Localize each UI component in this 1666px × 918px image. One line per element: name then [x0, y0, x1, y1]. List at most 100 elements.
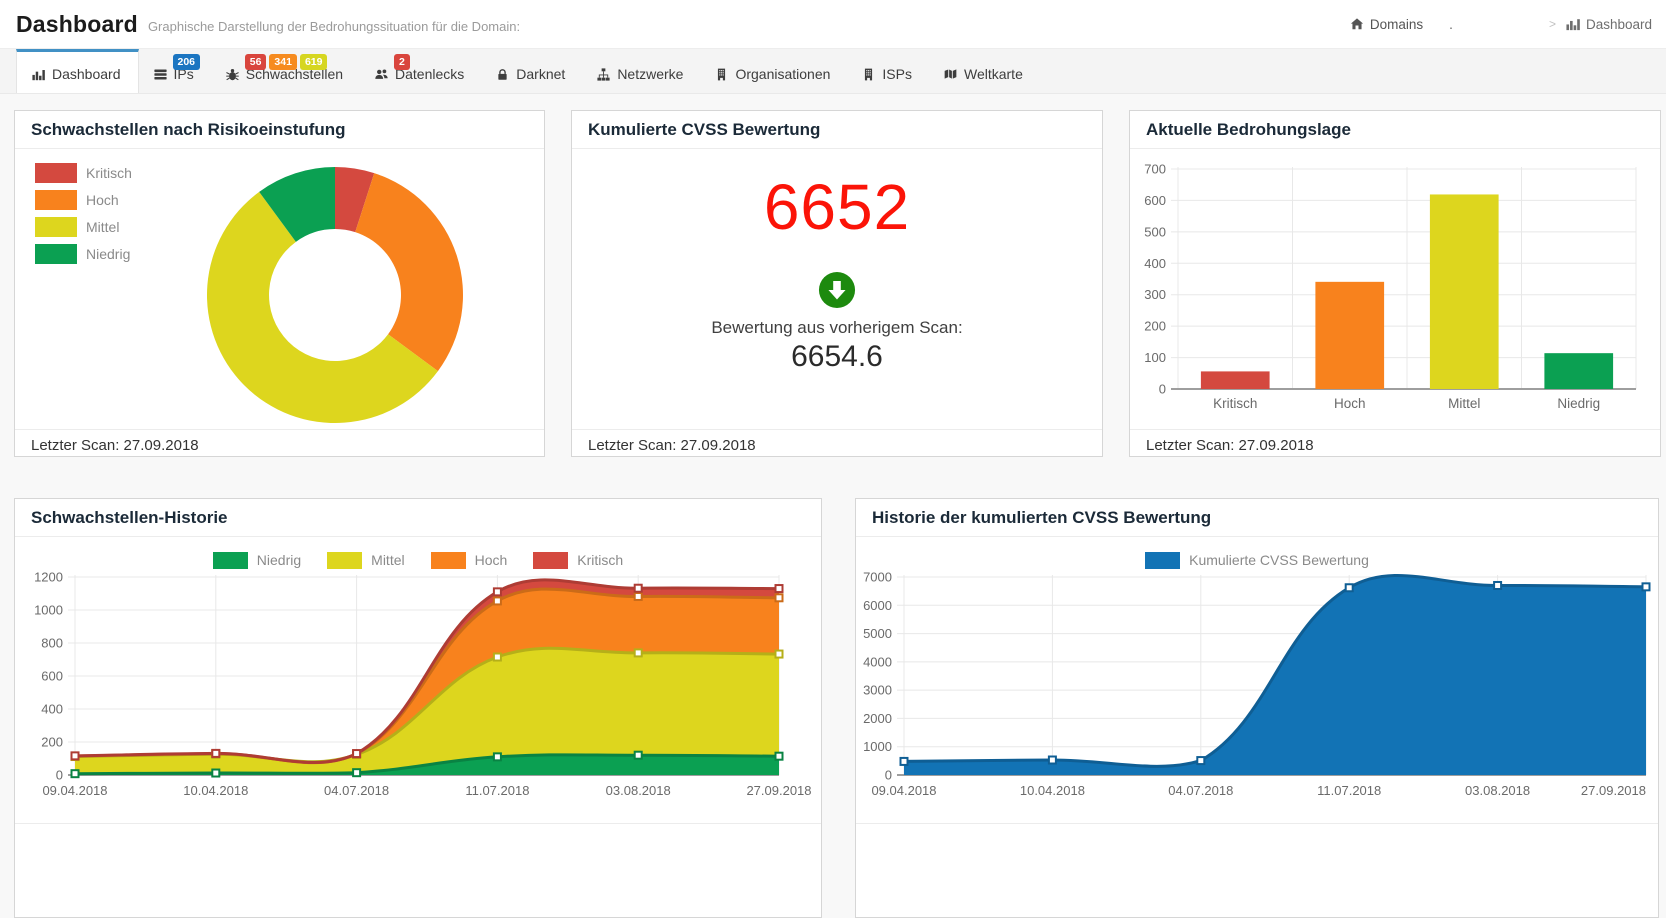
tab-schwachstellen[interactable]: 56 341 619 Schwachstellen: [211, 49, 360, 93]
breadcrumb-domains-link[interactable]: Domains: [1350, 17, 1423, 32]
card-vuln-history-header: Schwachstellen-Historie: [15, 499, 821, 537]
card-title: Historie der kumulierten CVSS Bewertung: [872, 508, 1212, 527]
legend-swatch: [35, 190, 77, 210]
legend-item-kritisch: Kritisch: [533, 551, 623, 569]
svg-text:Mittel: Mittel: [1448, 396, 1480, 411]
svg-text:1000: 1000: [863, 739, 892, 754]
bar-hoch: [1315, 281, 1385, 389]
svg-text:600: 600: [41, 669, 63, 684]
legend-label: Hoch: [86, 192, 119, 208]
card-cvss-score: Kumulierte CVSS Bewertung 6652 Bewertung…: [571, 110, 1103, 457]
svg-text:03.08.2018: 03.08.2018: [606, 783, 671, 798]
tab-badges: 206: [172, 54, 201, 71]
svg-text:10.04.2018: 10.04.2018: [183, 783, 248, 798]
svg-text:300: 300: [1144, 287, 1166, 302]
svg-text:500: 500: [1144, 224, 1166, 239]
tab-netzwerke[interactable]: Netzwerke: [582, 49, 700, 93]
svg-text:04.07.2018: 04.07.2018: [1168, 783, 1233, 798]
legend-swatch: [35, 217, 77, 237]
svg-text:0: 0: [56, 768, 63, 783]
building-icon: [715, 68, 728, 81]
bar-mittel: [1429, 194, 1499, 389]
svg-text:Hoch: Hoch: [1334, 396, 1366, 411]
legend-item-hoch: Hoch: [35, 190, 132, 210]
legend-swatch: [327, 551, 363, 569]
card-vuln-history: Schwachstellen-Historie Niedrig Mittel Hoc…: [14, 498, 822, 918]
area-chart-svg: 0 200 400 600 800 1000 1200 09.04.2018 10.04.201…: [34, 571, 811, 798]
card-title: Kumulierte CVSS Bewertung: [588, 120, 821, 139]
legend-label: Kumulierte CVSS Bewertung: [1189, 552, 1369, 568]
legend-item-mittel: Mittel: [35, 217, 132, 237]
breadcrumb-separator-icon: >: [1548, 17, 1556, 31]
tab-darknet[interactable]: Darknet: [481, 49, 582, 93]
map-icon: [944, 68, 957, 81]
svg-text:200: 200: [1144, 319, 1166, 334]
breadcrumb-current: Dashboard: [1566, 17, 1652, 32]
tab-label: Organisationen: [735, 66, 831, 82]
donut-legend: Kritisch Hoch Mittel Niedrig: [35, 163, 132, 264]
bar-chart-icon: [1566, 17, 1580, 31]
card-current-threat: Aktuelle Bedrohungslage 0 100 200 300 400 500…: [1129, 110, 1661, 457]
tab-label: Darknet: [516, 66, 566, 82]
card-current-threat-header: Aktuelle Bedrohungslage: [1130, 111, 1660, 149]
card-vuln-history-body: Niedrig Mittel Hoch Kritisch 0 200 400 600 800 1…: [15, 537, 821, 823]
svg-text:400: 400: [41, 702, 63, 717]
tab-badges: 56 341 619: [244, 54, 328, 71]
vuln-history-chart[interactable]: 0 200 400 600 800 1000 1200 09.04.2018 10.04.201…: [15, 571, 821, 811]
area-chart-svg: 0 1000 2000 3000 4000 5000 6000 7000 09.04.2018 1…: [863, 571, 1651, 798]
tab-badges: 2: [394, 54, 410, 71]
card-risk-donut-body: Kritisch Hoch Mittel Niedrig: [15, 149, 544, 429]
users-icon: [375, 68, 388, 81]
last-scan-label: Letzter Scan: 27.09.2018: [1130, 429, 1660, 461]
bug-icon: [225, 68, 239, 81]
last-scan-label: Letzter Scan: 27.09.2018: [15, 429, 544, 461]
bar-niedrig: [1544, 353, 1614, 389]
tab-dashboard[interactable]: Dashboard: [16, 49, 139, 93]
tab-weltkarte[interactable]: Weltkarte: [929, 49, 1040, 93]
svg-text:0: 0: [885, 768, 892, 783]
svg-text:700: 700: [1144, 162, 1166, 177]
tab-ips[interactable]: 206 IPs: [139, 49, 211, 93]
card-title: Schwachstellen nach Risikoeinstufung: [31, 120, 346, 139]
tab-badge: 341: [269, 54, 297, 71]
card-title: Aktuelle Bedrohungslage: [1146, 120, 1351, 139]
cvss-history-chart[interactable]: 0 1000 2000 3000 4000 5000 6000 7000 09.04.2018 1…: [856, 571, 1658, 811]
svg-text:11.07.2018: 11.07.2018: [465, 783, 529, 798]
legend-label: Hoch: [474, 552, 508, 568]
svg-text:27.09.2018: 27.09.2018: [746, 783, 811, 798]
legend-label: Mittel: [371, 552, 405, 568]
legend-label: Niedrig: [86, 246, 131, 262]
tab-badge: 2: [394, 54, 410, 71]
server-icon: [153, 68, 167, 81]
svg-text:100: 100: [1144, 350, 1166, 365]
card-cvss-history-body: Kumulierte CVSS Bewertung 0 1000 2000 3000 4…: [856, 537, 1658, 823]
bar-chart-svg: 0 100 200 300 400 500 600 700 Kritisch Hoch Mittel…: [1144, 162, 1637, 411]
card-cvss-body: 6652 Bewertung aus vorherigem Scan: 6654…: [572, 149, 1102, 429]
page-title: Dashboard: [16, 10, 138, 37]
tab-isps[interactable]: ISPs: [847, 49, 929, 93]
tab-datenlecks[interactable]: 2 Datenlecks: [360, 49, 481, 93]
svg-text:0: 0: [1159, 382, 1166, 397]
svg-text:Kritisch: Kritisch: [1213, 396, 1257, 411]
svg-text:09.04.2018: 09.04.2018: [871, 783, 936, 798]
svg-text:200: 200: [41, 735, 63, 750]
svg-text:5000: 5000: [863, 626, 892, 641]
svg-text:6000: 6000: [863, 598, 892, 613]
previous-scan-label: Bewertung aus vorherigem Scan:: [711, 318, 963, 337]
svg-text:10.04.2018: 10.04.2018: [1020, 783, 1085, 798]
card-cvss-history-header: Historie der kumulierten CVSS Bewertung: [856, 499, 1658, 537]
legend-label: Kritisch: [86, 165, 132, 181]
threat-bar-chart[interactable]: 0 100 200 300 400 500 600 700 Kritisch Hoch Mittel…: [1130, 149, 1660, 429]
svg-text:1000: 1000: [34, 603, 63, 618]
card-cvss-history: Historie der kumulierten CVSS Bewertung …: [855, 498, 1659, 918]
breadcrumb-domain-text: .: [1449, 16, 1453, 32]
cvss-history-legend: Kumulierte CVSS Bewertung: [856, 549, 1658, 571]
svg-text:Niedrig: Niedrig: [1557, 396, 1600, 411]
lock-icon: [496, 68, 509, 81]
tab-label: Weltkarte: [963, 66, 1023, 82]
building-icon: [862, 68, 875, 81]
card-current-threat-body: 0 100 200 300 400 500 600 700 Kritisch Hoch Mittel…: [1130, 149, 1660, 429]
tab-organisationen[interactable]: Organisationen: [700, 49, 847, 93]
breadcrumb: Domains . > Dashboard: [1350, 17, 1652, 32]
tab-label: Netzwerke: [617, 66, 684, 82]
